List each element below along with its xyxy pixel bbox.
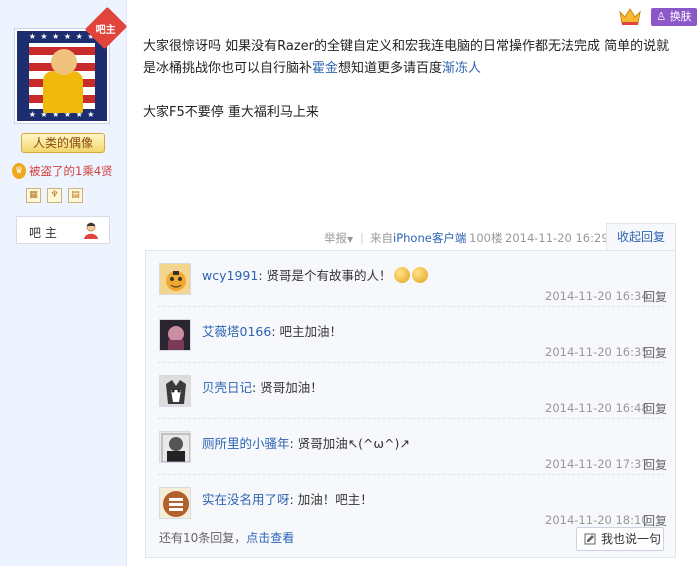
reply-avatar[interactable] [159,431,191,463]
hawking-link[interactable]: 霍金 [312,61,338,76]
role-box: 吧 主 [16,216,110,244]
report-button[interactable]: 举报▼ [324,230,353,246]
avatar-image: ★ ★ ★ ★ ★ ★ ★ ★ ★ ★ ★ ★ ★ ★ ★ ★ ★ ★ ★ ★ [17,31,107,121]
post-time: 2014-11-20 16:29 [505,231,609,245]
reply-item: wcy1991: 贤哥是个有故事的人！ 2014-11-20 16:34 回复 [146,251,677,307]
rank-row: ♛ 被盗了的1乘4贤 [12,162,122,180]
reply-avatar[interactable] [159,487,191,519]
reply-button[interactable]: 回复 [643,400,667,417]
medal-icon: ♛ [12,163,26,179]
reply-username[interactable]: wcy1991 [202,268,258,283]
reply-time: 2014-11-20 16:34 [545,289,649,303]
reply-avatar[interactable] [159,319,191,351]
reply-text: 加油！吧主！ [297,492,373,507]
post-line-1: 大家很惊讶吗 如果没有Razer的全键自定义和宏我连电脑的日常操作都无法完成 简… [143,39,670,54]
reply-text: 吧主加油！ [279,324,343,339]
post-line-2-mid: 想知道更多请百度 [338,61,443,76]
role-label: 吧 主 [29,226,57,240]
reply-item: 艾薇塔0166: 吧主加油！ 2014-11-20 16:35 回复 [146,307,677,363]
reply-item: 实在没名用了呀: 加油！吧主！ 2014-11-20 18:10 回复 [146,475,677,531]
honor-icon-1[interactable]: ▦ [26,188,41,203]
angry-face-icon [393,267,410,283]
honor-icon-2[interactable]: ♆ [47,188,62,203]
post-line-3: 大家F5不要停 重大福利马上来 [143,105,319,120]
change-skin-button[interactable]: ♙ 换肤 [651,8,697,26]
reply-time: 2014-11-20 18:10 [545,513,649,527]
honor-icons: ▦ ♆ ▤ [26,188,83,203]
post-content: 大家很惊讶吗 如果没有Razer的全键自定义和宏我连电脑的日常操作都无法完成 简… [143,36,683,146]
post-line-2-prefix: 是冰桶挑战你也可以自行脑补 [143,61,313,76]
view-more-link[interactable]: 点击查看 [246,531,294,545]
reply-list: wcy1991: 贤哥是个有故事的人！ 2014-11-20 16:34 回复 … [145,250,676,558]
crown-icon[interactable] [618,6,642,26]
rank-text[interactable]: 被盗了的1乘4贤 [29,163,113,179]
more-replies: 还有10条回复，点击查看 [159,531,295,545]
angry-face-icon [411,267,428,283]
reply-avatar[interactable] [159,375,191,407]
client-source: 来自iPhone客户端 [370,231,467,245]
reply-username[interactable]: 实在没名用了呀 [202,492,290,507]
add-comment-button[interactable]: 我也说一句 [576,527,664,551]
reply-avatar[interactable] [159,263,191,295]
reply-button[interactable]: 回复 [643,288,667,305]
reply-username[interactable]: 贝壳日记 [202,380,252,395]
floor-number: 100楼 [469,231,503,245]
als-link[interactable]: 渐冻人 [442,61,481,76]
pencil-icon [584,533,596,545]
author-avatar[interactable]: ★ ★ ★ ★ ★ ★ ★ ★ ★ ★ ★ ★ ★ ★ ★ ★ ★ ★ ★ ★ [14,28,110,124]
reply-button[interactable]: 回复 [643,456,667,473]
level-title-badge[interactable]: 人类的偶像 [21,133,105,153]
reply-text: 贤哥是个有故事的人！ [266,268,392,283]
meta-separator: | [360,231,364,245]
caret-down-icon: ▼ [347,235,354,244]
reply-username[interactable]: 艾薇塔0166 [202,324,271,339]
reply-text: 贤哥加油！ [260,380,323,395]
reply-item: 厕所里的小骚年: 贤哥加油↖(^ω^)↗ 2014-11-20 17:37 回复 [146,419,677,475]
collapse-replies-button[interactable]: 收起回复 [606,223,676,251]
author-sidebar: ★ ★ ★ ★ ★ ★ ★ ★ ★ ★ ★ ★ ★ ★ ★ ★ ★ ★ ★ ★ … [0,0,128,566]
reply-button[interactable]: 回复 [643,344,667,361]
client-link[interactable]: iPhone客户端 [393,231,466,245]
reply-username[interactable]: 厕所里的小骚年 [202,436,290,451]
reply-time: 2014-11-20 17:37 [545,457,649,471]
user-icon [84,222,98,239]
reply-item: 贝壳日记: 贤哥加油！ 2014-11-20 16:48 回复 [146,363,677,419]
shirt-icon: ♙ [656,10,667,23]
honor-icon-3[interactable]: ▤ [68,188,83,203]
reply-time: 2014-11-20 16:48 [545,401,649,415]
reply-time: 2014-11-20 16:35 [545,345,649,359]
reply-text: 贤哥加油↖(^ω^)↗ [297,436,410,451]
